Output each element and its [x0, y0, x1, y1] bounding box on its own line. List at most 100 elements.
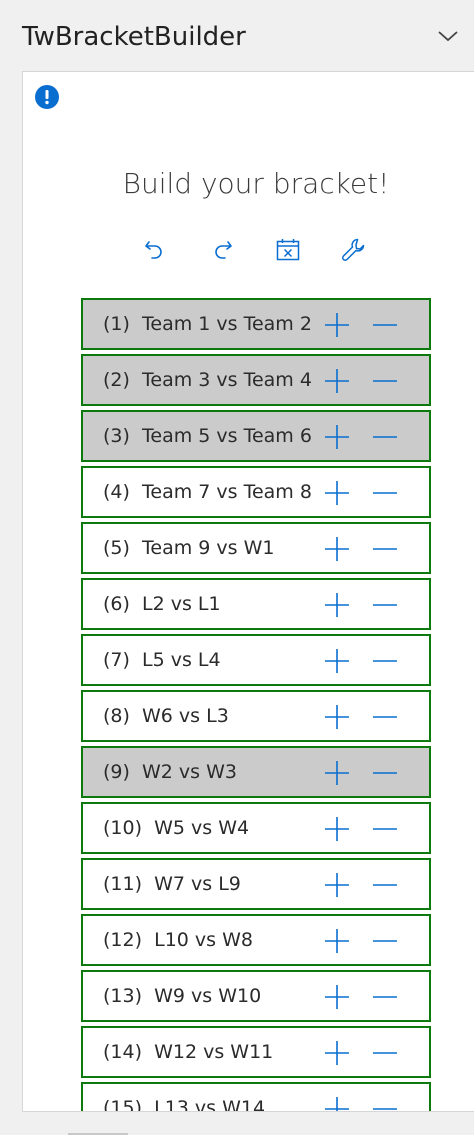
add-button[interactable] — [323, 479, 351, 507]
undo-button[interactable] — [139, 234, 171, 266]
redo-icon — [215, 241, 232, 259]
match-number: (1) — [103, 313, 130, 335]
match-row[interactable]: (10) W5 vs W4 — [81, 802, 431, 854]
minus-icon — [373, 996, 397, 998]
match-row[interactable]: (9) W2 vs W3 — [81, 746, 431, 798]
add-button[interactable] — [323, 759, 351, 787]
match-row[interactable]: (14) W12 vs W11 — [81, 1026, 431, 1078]
remove-button[interactable] — [371, 535, 399, 563]
match-teams: Team 7 vs Team 8 — [142, 481, 312, 503]
match-row[interactable]: (11) W7 vs L9 — [81, 858, 431, 910]
minus-icon — [373, 548, 397, 550]
task-pane-header: TwBracketBuilder — [0, 0, 474, 72]
remove-button[interactable] — [371, 815, 399, 843]
remove-button[interactable] — [371, 423, 399, 451]
plus-icon — [325, 761, 349, 785]
match-row[interactable]: (2) Team 3 vs Team 4 — [81, 354, 431, 406]
remove-button[interactable] — [371, 647, 399, 675]
remove-button[interactable] — [371, 1039, 399, 1067]
match-number: (13) — [103, 985, 143, 1007]
match-label: (6) L2 vs L1 — [103, 580, 221, 628]
match-row[interactable]: (4) Team 7 vs Team 8 — [81, 466, 431, 518]
plus-icon — [325, 369, 349, 393]
match-label: (7) L5 vs L4 — [103, 636, 221, 684]
wrench-icon — [342, 238, 365, 261]
remove-button[interactable] — [371, 759, 399, 787]
match-number: (7) — [103, 649, 130, 671]
toolbar — [23, 234, 474, 266]
add-button[interactable] — [323, 311, 351, 339]
plus-icon — [325, 873, 349, 897]
add-button[interactable] — [323, 703, 351, 731]
add-button[interactable] — [323, 423, 351, 451]
collapse-button[interactable] — [434, 22, 462, 50]
match-label: (15) L13 vs W14 — [103, 1084, 266, 1112]
add-button[interactable] — [323, 647, 351, 675]
add-button[interactable] — [323, 591, 351, 619]
remove-button[interactable] — [371, 311, 399, 339]
match-row[interactable]: (6) L2 vs L1 — [81, 578, 431, 630]
match-label: (12) L10 vs W8 — [103, 916, 253, 964]
plus-icon — [325, 313, 349, 337]
remove-button[interactable] — [371, 927, 399, 955]
minus-icon — [373, 940, 397, 942]
match-teams: L10 vs W8 — [154, 929, 253, 951]
redo-button[interactable] — [206, 234, 238, 266]
match-row[interactable]: (8) W6 vs L3 — [81, 690, 431, 742]
match-number: (12) — [103, 929, 143, 951]
add-button[interactable] — [323, 983, 351, 1011]
match-row[interactable]: (7) L5 vs L4 — [81, 634, 431, 686]
match-teams: L13 vs W14 — [154, 1097, 266, 1112]
match-number: (5) — [103, 537, 130, 559]
add-button[interactable] — [323, 815, 351, 843]
match-label: (10) W5 vs W4 — [103, 804, 249, 852]
match-row[interactable]: (1) Team 1 vs Team 2 — [81, 298, 431, 350]
add-button[interactable] — [323, 927, 351, 955]
remove-button[interactable] — [371, 871, 399, 899]
add-button[interactable] — [323, 367, 351, 395]
match-row[interactable]: (15) L13 vs W14 — [81, 1082, 431, 1112]
add-button[interactable] — [323, 1039, 351, 1067]
remove-button[interactable] — [371, 479, 399, 507]
match-label: (2) Team 3 vs Team 4 — [103, 356, 312, 404]
match-row[interactable]: (5) Team 9 vs W1 — [81, 522, 431, 574]
remove-button[interactable] — [371, 703, 399, 731]
match-number: (15) — [103, 1097, 143, 1112]
clear-schedule-button[interactable] — [272, 234, 304, 266]
match-teams: W12 vs W11 — [154, 1041, 274, 1063]
match-teams: L5 vs L4 — [142, 649, 221, 671]
minus-icon — [373, 1052, 397, 1054]
match-teams: L2 vs L1 — [142, 593, 221, 615]
plus-icon — [325, 929, 349, 953]
minus-icon — [373, 604, 397, 606]
match-row[interactable]: (12) L10 vs W8 — [81, 914, 431, 966]
minus-icon — [373, 492, 397, 494]
chevron-down-icon — [438, 31, 458, 42]
match-label: (1) Team 1 vs Team 2 — [103, 300, 312, 348]
settings-button[interactable] — [337, 234, 369, 266]
remove-button[interactable] — [371, 1095, 399, 1111]
plus-icon — [325, 817, 349, 841]
match-teams: Team 1 vs Team 2 — [142, 313, 312, 335]
add-button[interactable] — [323, 871, 351, 899]
plus-icon — [325, 537, 349, 561]
match-row[interactable]: (3) Team 5 vs Team 6 — [81, 410, 431, 462]
match-label: (8) W6 vs L3 — [103, 692, 229, 740]
match-number: (2) — [103, 369, 130, 391]
match-label: (11) W7 vs L9 — [103, 860, 241, 908]
match-row[interactable]: (13) W9 vs W10 — [81, 970, 431, 1022]
plus-icon — [325, 705, 349, 729]
remove-button[interactable] — [371, 983, 399, 1011]
exclamation-glyph — [45, 90, 49, 105]
match-label: (13) W9 vs W10 — [103, 972, 261, 1020]
remove-button[interactable] — [371, 367, 399, 395]
minus-icon — [373, 884, 397, 886]
add-button[interactable] — [323, 535, 351, 563]
match-label: (4) Team 7 vs Team 8 — [103, 468, 312, 516]
remove-button[interactable] — [371, 591, 399, 619]
plus-icon — [325, 649, 349, 673]
match-number: (11) — [103, 873, 143, 895]
info-icon[interactable] — [35, 85, 59, 109]
add-button[interactable] — [323, 1095, 351, 1111]
plus-icon — [325, 425, 349, 449]
